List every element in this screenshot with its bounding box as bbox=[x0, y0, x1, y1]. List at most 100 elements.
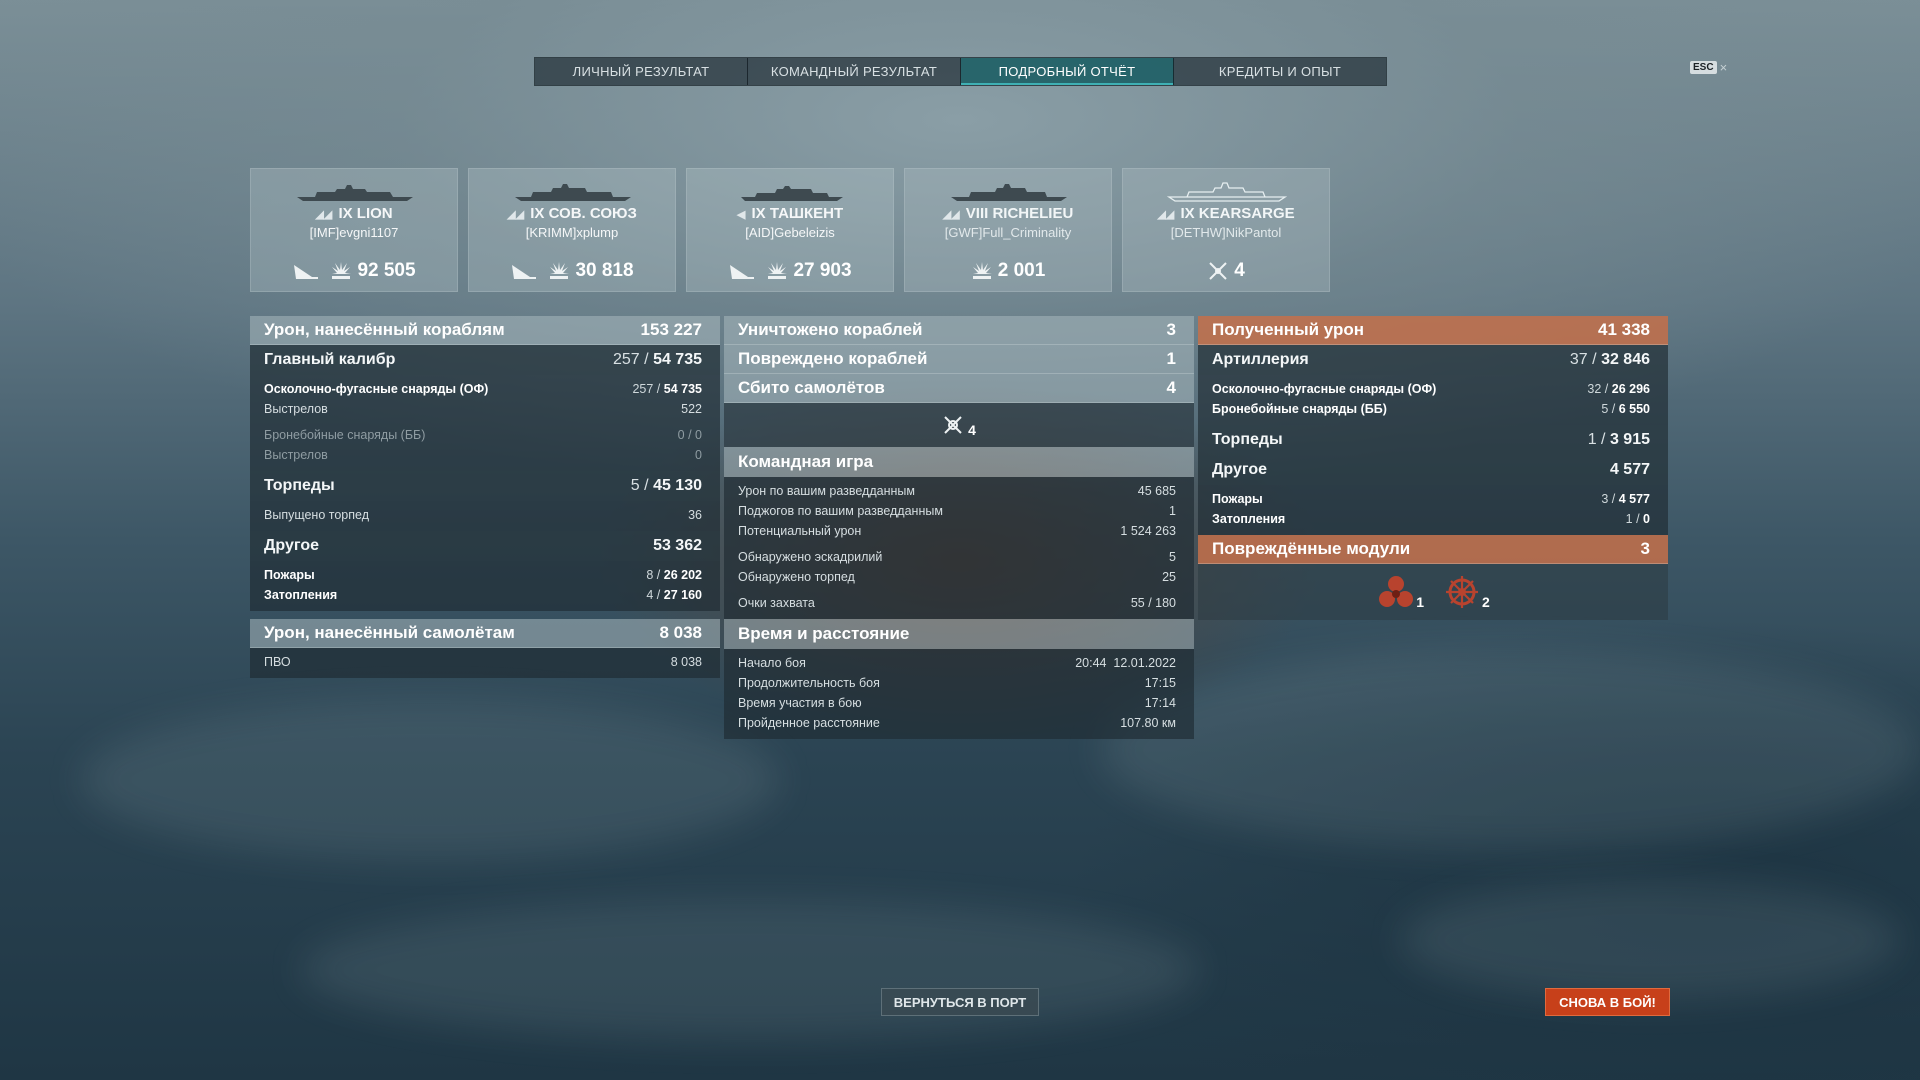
dealt-damage-panel: Урон, нанесённый кораблям 153 227 Главный… bbox=[250, 316, 720, 678]
squadrons-detected-row: Обнаружено эскадрилий 5 bbox=[738, 550, 1176, 564]
planes-ribbon: 4 bbox=[724, 403, 1194, 447]
battle-start-row: Начало боя 20:44 12.01.2022 bbox=[738, 656, 1176, 670]
ship-name: LION bbox=[356, 205, 393, 222]
battle-duration-row: Продолжительность боя 17:15 bbox=[738, 676, 1176, 690]
combat-summary-panel: Уничтожено кораблей 3 Повреждено кораблей… bbox=[724, 316, 1194, 739]
player-name: [GWF]Full_Criminality bbox=[944, 225, 1072, 240]
potential-damage-row: Потенциальный урон 1 524 263 bbox=[738, 524, 1176, 538]
ap-shells-row: Бронебойные снаряды (ББ) 0 / 0 bbox=[264, 428, 702, 442]
ship-damage-header: Урон, нанесённый кораблям 153 227 bbox=[250, 316, 720, 345]
torpedo-hit-icon bbox=[294, 265, 319, 279]
ship-class-icon: ◢◢ bbox=[942, 209, 960, 221]
ribbon-damage-icon bbox=[768, 262, 788, 279]
steering-wheel-icon bbox=[1446, 576, 1478, 608]
torpedo-hit-icon bbox=[730, 265, 755, 279]
ship-card[interactable]: ◢◢ IX СОВ. СОЮЗ [KRIMM]xplump 30 818 bbox=[468, 168, 676, 292]
ship-card[interactable]: ◀ IX ТАШКЕНТ [AID]Gebeleizis 27 903 bbox=[686, 168, 894, 292]
planes-shot-down-row: Сбито самолётов 4 bbox=[724, 374, 1194, 403]
close-icon: × bbox=[1719, 60, 1728, 75]
ship-card[interactable]: ◢◢ IX KEARSARGE [DETHW]NikPantol 4 bbox=[1122, 168, 1330, 292]
ship-tier: IX bbox=[1180, 205, 1195, 222]
received-floods-row: Затопления 1 / 0 bbox=[1212, 512, 1650, 526]
module-item: 2 bbox=[1442, 574, 1490, 610]
aa-row: ПВО 8 038 bbox=[264, 655, 702, 669]
results-tabs: ЛИЧНЫЙ РЕЗУЛЬТАТ КОМАНДНЫЙ РЕЗУЛЬТАТ ПОД… bbox=[534, 57, 1387, 86]
esc-close-button[interactable]: ESC × bbox=[1690, 60, 1727, 75]
ship-tier: IX bbox=[751, 205, 766, 222]
received-ap-row: Бронебойные снаряды (ББ) 5 / 6 550 bbox=[1212, 402, 1650, 416]
ribbon-damage-icon bbox=[550, 262, 570, 279]
esc-key-icon: ESC bbox=[1690, 61, 1717, 74]
artillery-row: Артиллерия 37 / 32 846 bbox=[1198, 345, 1668, 375]
module-count: 2 bbox=[1482, 594, 1490, 610]
received-damage-header: Полученный урон 41 338 bbox=[1198, 316, 1668, 345]
ship-name: ТАШКЕНТ bbox=[769, 205, 844, 222]
ribbon-damage-icon bbox=[972, 262, 992, 279]
he-shells-row: Осколочно-фугасные снаряды (ОФ) 257 / 54… bbox=[264, 382, 702, 396]
ship-silhouette-icon bbox=[515, 184, 631, 201]
ship-class-icon: ◀ bbox=[736, 209, 746, 221]
spotting-damage-row: Урон по вашим разведданным 45 685 bbox=[738, 484, 1176, 498]
ship-silhouette-icon bbox=[297, 185, 413, 201]
distance-traveled-row: Пройденное расстояние 107.80 км bbox=[738, 716, 1176, 730]
ship-tier: IX bbox=[338, 205, 353, 222]
damaged-modules-header: Повреждённые модули 3 bbox=[1198, 535, 1668, 564]
ship-tier: VIII bbox=[965, 205, 989, 222]
ship-card[interactable]: ◢◢ VIII RICHELIEU [GWF]Full_Criminality … bbox=[904, 168, 1112, 292]
ship-silhouette-icon bbox=[951, 184, 1067, 201]
ship-silhouette-icon bbox=[1167, 182, 1287, 202]
module-item: 1 bbox=[1376, 574, 1424, 610]
torpedoes-row: Торпеды 5 / 45 130 bbox=[250, 471, 720, 501]
received-damage-panel: Полученный урон 41 338 Артиллерия 37 / 32… bbox=[1198, 316, 1668, 620]
module-count: 1 bbox=[1416, 594, 1424, 610]
tab-team-result[interactable]: КОМАНДНЫЙ РЕЗУЛЬТАТ bbox=[748, 58, 961, 85]
battle-again-button[interactable]: СНОВА В БОЙ! bbox=[1545, 988, 1670, 1016]
plane-damage-header: Урон, нанесённый самолётам 8 038 bbox=[250, 619, 720, 648]
destroyed-ships-row: Уничтожено кораблей 3 bbox=[724, 316, 1194, 345]
ship-name: RICHELIEU bbox=[992, 205, 1074, 222]
return-to-port-button[interactable]: ВЕРНУТЬСЯ В ПОРТ bbox=[881, 988, 1039, 1016]
received-other-row: Другое 4 577 bbox=[1198, 455, 1668, 485]
ribbon-damage-icon bbox=[332, 262, 352, 279]
main-battery-row: Главный калибр 257 / 54 735 bbox=[250, 345, 720, 375]
received-fires-row: Пожары 3 / 4 577 bbox=[1212, 492, 1650, 506]
player-name: [KRIMM]xplump bbox=[525, 225, 619, 240]
ap-shots-row: Выстрелов 0 bbox=[264, 448, 702, 462]
he-shots-row: Выстрелов 522 bbox=[264, 402, 702, 416]
ship-silhouette-icon bbox=[741, 186, 843, 201]
capture-points-row: Очки захвата 55 / 180 bbox=[738, 596, 1176, 610]
ship-card[interactable]: ◢◢ IX LION [IMF]evgni1107 92 505 bbox=[250, 168, 458, 292]
torpedoes-detected-row: Обнаружено торпед 25 bbox=[738, 570, 1176, 584]
spotting-fires-row: Поджогов по вашим разведданным 1 bbox=[738, 504, 1176, 518]
ship-damage-value: 92 505 bbox=[357, 260, 416, 281]
planes-ribbon-count: 4 bbox=[968, 422, 976, 438]
ship-name: СОВ. СОЮЗ bbox=[548, 205, 637, 222]
fires-row: Пожары 8 / 26 202 bbox=[264, 568, 702, 582]
tab-personal-result[interactable]: ЛИЧНЫЙ РЕЗУЛЬТАТ bbox=[535, 58, 748, 85]
ship-class-icon: ◢◢ bbox=[315, 209, 333, 221]
time-distance-header: Время и расстояние bbox=[724, 619, 1194, 649]
planes-shot-down-value: 4 bbox=[1234, 260, 1245, 281]
tab-detailed-report[interactable]: ПОДРОБНЫЙ ОТЧЁТ bbox=[961, 58, 1174, 85]
ship-cards: ◢◢ IX LION [IMF]evgni1107 92 505 ◢◢ IX С… bbox=[250, 168, 1330, 292]
player-name: [IMF]evgni1107 bbox=[309, 225, 399, 240]
ship-tier: IX bbox=[530, 205, 545, 222]
player-name: [AID]Gebeleizis bbox=[745, 225, 835, 240]
ship-name: KEARSARGE bbox=[1198, 205, 1295, 222]
plane-shot-down-icon bbox=[1209, 262, 1227, 280]
propeller-icon bbox=[1379, 576, 1414, 607]
damaged-modules-list: 1 2 bbox=[1198, 564, 1668, 620]
player-name: [DETHW]NikPantol bbox=[1170, 225, 1282, 240]
plane-shot-down-icon bbox=[944, 416, 962, 434]
torpedoes-launched-row: Выпущено торпед 36 bbox=[264, 508, 702, 522]
floods-row: Затопления 4 / 27 160 bbox=[264, 588, 702, 602]
ship-class-icon: ◢◢ bbox=[1157, 209, 1175, 221]
teamplay-header: Командная игра bbox=[724, 447, 1194, 477]
ship-damage-value: 30 818 bbox=[575, 260, 634, 281]
received-he-row: Осколочно-фугасные снаряды (ОФ) 32 / 26 … bbox=[1212, 382, 1650, 396]
tab-credits-xp[interactable]: КРЕДИТЫ И ОПЫТ bbox=[1174, 58, 1386, 85]
ship-class-icon: ◢◢ bbox=[507, 209, 525, 221]
ship-damage-value: 2 001 bbox=[997, 260, 1046, 281]
other-damage-row: Другое 53 362 bbox=[250, 531, 720, 561]
damaged-ships-row: Повреждено кораблей 1 bbox=[724, 345, 1194, 374]
